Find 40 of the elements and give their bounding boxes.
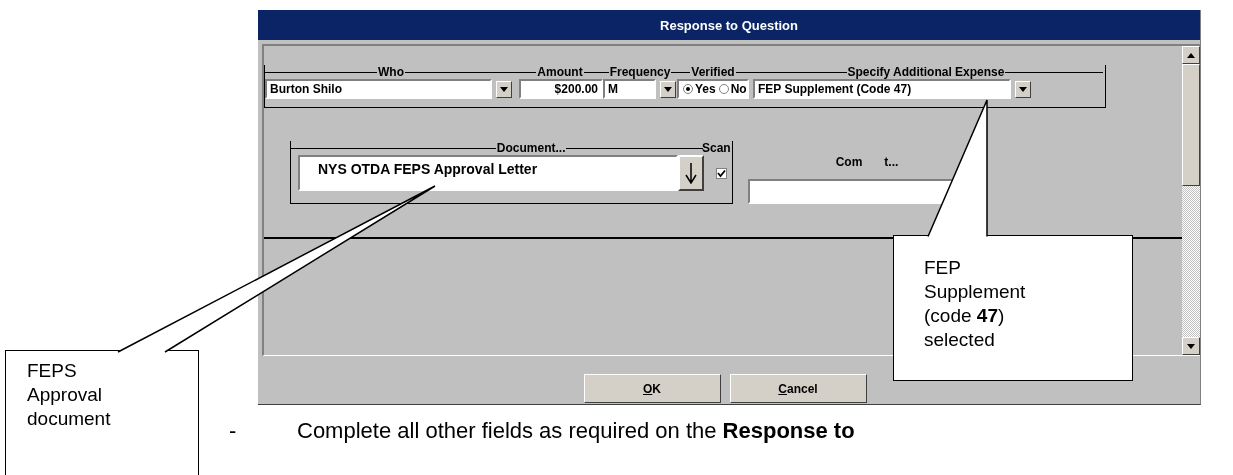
caret-icon — [664, 86, 672, 92]
caret-icon — [1019, 86, 1027, 92]
radio-label: No — [730, 82, 747, 96]
field-label: Document... — [495, 141, 567, 155]
dropdown-button[interactable] — [1015, 80, 1031, 98]
dialog-button[interactable]: Cancel — [729, 374, 867, 403]
field-label: Who — [377, 65, 405, 79]
down-arrow-icon — [685, 162, 697, 184]
radio-button[interactable] — [718, 84, 729, 94]
radio-label: Yes — [695, 82, 716, 96]
dropdown-button[interactable] — [496, 80, 512, 98]
lookup-button[interactable] — [678, 155, 704, 191]
caret-icon — [500, 86, 508, 92]
up-arrow-icon — [1187, 52, 1195, 58]
field-label: Com — [835, 155, 863, 169]
scroll-up-button[interactable] — [1182, 46, 1200, 64]
callout-text: FEP Supplement (code 47) selected — [924, 256, 1027, 352]
who-field[interactable]: Burton Shilo — [265, 79, 492, 99]
scroll-down-button[interactable] — [1182, 337, 1200, 355]
dropdown-button[interactable] — [660, 80, 676, 98]
scrollbar[interactable] — [1182, 46, 1200, 355]
expense-field[interactable]: FEP Supplement (Code 47) — [753, 79, 1011, 99]
field-label: Amount — [536, 65, 584, 79]
callout-text: FEPS Approval document — [27, 359, 112, 431]
field-label: Verified — [690, 65, 736, 79]
instruction-text: Complete all other fields as required on the Response to — [297, 418, 855, 444]
field-label: Specify Additional Expense — [846, 65, 1006, 79]
bullet-mark: - — [229, 418, 238, 444]
scroll-thumb[interactable] — [1182, 64, 1200, 186]
field-label: Frequency — [608, 65, 672, 79]
field-label: Scan — [701, 141, 732, 155]
window-title: Response to Question — [258, 10, 1200, 40]
scan-checkbox[interactable] — [716, 167, 727, 179]
amount-field[interactable]: $200.00 — [519, 79, 603, 99]
frequency-field[interactable]: M — [603, 79, 656, 99]
radio-button[interactable] — [683, 84, 693, 94]
down-arrow-icon — [1187, 343, 1195, 349]
field-label: t... — [884, 155, 899, 169]
dialog-button[interactable]: OK — [583, 374, 721, 403]
document-field[interactable]: NYS OTDA FEPS Approval Letter — [298, 155, 678, 191]
